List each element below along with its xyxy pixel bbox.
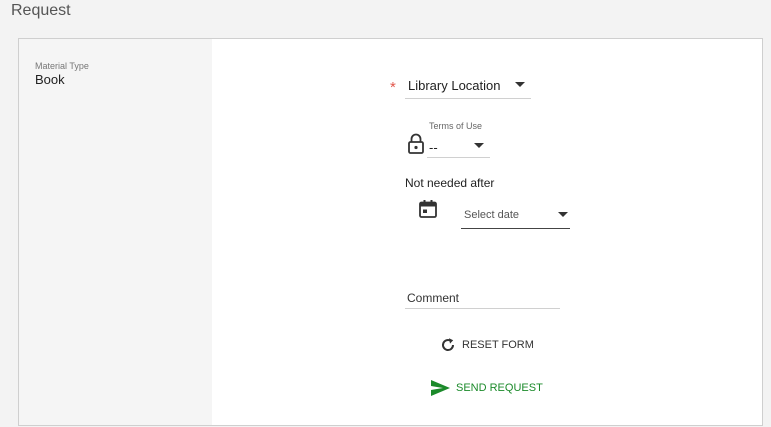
- material-type-label: Material Type: [35, 61, 89, 71]
- chevron-down-icon: [515, 82, 525, 87]
- not-needed-after-date-picker[interactable]: Select date: [461, 205, 570, 229]
- material-info-panel: Material Type Book: [19, 39, 212, 425]
- terms-of-use-select[interactable]: --: [427, 137, 490, 158]
- chevron-down-icon: [474, 143, 484, 148]
- send-request-label: SEND REQUEST: [456, 382, 543, 394]
- library-location-select[interactable]: Library Location: [405, 76, 531, 99]
- request-card: Material Type Book: [18, 38, 763, 426]
- comment-input[interactable]: [405, 287, 560, 309]
- terms-of-use-value: --: [429, 140, 438, 155]
- date-placeholder: Select date: [464, 209, 520, 221]
- terms-of-use-label: Terms of Use: [429, 121, 483, 131]
- lock-icon: [408, 133, 424, 154]
- reset-form-button[interactable]: RESET FORM: [440, 337, 534, 353]
- not-needed-after-label: Not needed after: [405, 176, 495, 190]
- material-type-value: Book: [35, 72, 65, 87]
- required-indicator: *: [390, 79, 396, 96]
- page-title: Request: [11, 2, 71, 19]
- send-arrow-icon: [431, 380, 450, 396]
- refresh-icon: [442, 338, 455, 351]
- chevron-down-icon: [558, 212, 568, 217]
- send-request-button[interactable]: SEND REQUEST: [431, 380, 543, 396]
- calendar-icon[interactable]: [418, 199, 438, 219]
- reset-form-label: RESET FORM: [462, 339, 534, 351]
- library-location-value: Library Location: [408, 78, 501, 93]
